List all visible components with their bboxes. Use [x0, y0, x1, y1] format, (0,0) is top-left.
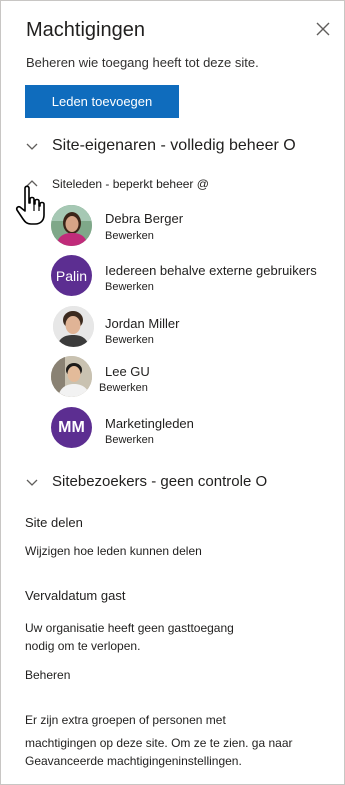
member-role: Bewerken — [99, 382, 148, 394]
section-site-owners[interactable]: Site-eigenaren - volledig beheer O — [25, 137, 296, 155]
panel-subtitle: Beheren wie toegang heeft tot deze site. — [26, 55, 259, 70]
chevron-down-icon — [26, 479, 38, 486]
person-photo-icon — [51, 205, 92, 246]
avatar: Palin — [51, 255, 92, 296]
site-sharing-heading: Site delen — [25, 515, 83, 530]
chevron-down-icon — [26, 143, 38, 150]
avatar — [53, 306, 94, 347]
panel-title: Machtigingen — [26, 19, 145, 41]
guest-expiry-text-line-2: nodig om te verlopen. — [25, 639, 141, 653]
member-role: Bewerken — [105, 434, 154, 446]
section-site-visitors[interactable]: Sitebezoekers - geen controle O — [25, 473, 267, 490]
member-name: Jordan Miller — [105, 316, 180, 331]
guest-expiry-heading: Vervaldatum gast — [25, 588, 126, 603]
member-name: Lee GU — [105, 364, 150, 379]
member-name: Iedereen behalve externe gebruikers — [105, 263, 317, 278]
member-row[interactable]: Debra Berger Bewerken — [51, 204, 331, 250]
member-role: Bewerken — [105, 230, 154, 242]
add-members-button[interactable]: Leden toevoegen — [25, 85, 179, 118]
avatar: MM — [51, 407, 92, 448]
avatar — [51, 205, 92, 246]
section-site-visitors-label: Sitebezoekers - geen controle O — [52, 473, 268, 490]
section-site-owners-label: Site-eigenaren - volledig beheer O — [52, 137, 296, 154]
advanced-permissions-link[interactable]: Geavanceerde machtigingeninstellingen. — [25, 754, 242, 768]
person-photo-icon — [53, 306, 94, 347]
avatar — [51, 356, 92, 397]
avatar-initials: MM — [58, 418, 85, 436]
permissions-panel: Machtigingen Beheren wie toegang heeft t… — [0, 0, 345, 785]
member-name: Debra Berger — [105, 211, 184, 226]
member-row[interactable]: Jordan Miller Bewerken — [51, 306, 331, 352]
change-sharing-link[interactable]: Wijzigen hoe leden kunnen delen — [25, 544, 202, 558]
close-icon[interactable] — [314, 20, 332, 38]
person-photo-icon — [51, 356, 92, 397]
hand-pointer-icon — [15, 185, 45, 225]
member-row[interactable]: Lee GU Bewerken — [51, 356, 331, 402]
member-row[interactable]: MM Marketingleden Bewerken — [51, 407, 331, 453]
footer-text-line-1: Er zijn extra groepen of personen met — [25, 713, 226, 727]
member-row[interactable]: Palin Iedereen behalve externe gebruiker… — [51, 255, 341, 301]
member-name: Marketingleden — [105, 416, 194, 431]
avatar-initials: Palin — [55, 267, 88, 284]
footer-text-line-2: machtigingen op deze site. Om ze te zien… — [25, 736, 293, 750]
section-site-members[interactable]: Siteleden - beperkt beheer @ — [25, 177, 209, 191]
member-role: Bewerken — [105, 281, 154, 293]
section-site-members-label: Siteleden - beperkt beheer @ — [52, 177, 209, 191]
manage-link[interactable]: Beheren — [25, 668, 70, 682]
member-role: Bewerken — [105, 334, 154, 346]
guest-expiry-text-line-1: Uw organisatie heeft geen gasttoegang — [25, 621, 234, 635]
